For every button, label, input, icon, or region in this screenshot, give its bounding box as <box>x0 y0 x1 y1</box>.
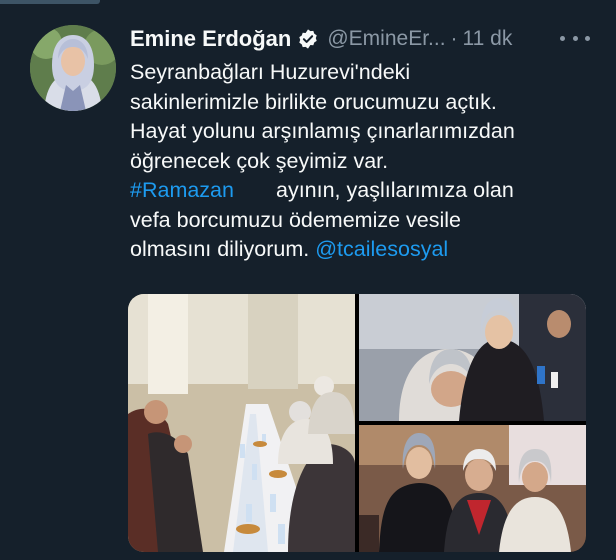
photo-iftar-hall[interactable] <box>128 294 355 552</box>
tweet-text-line: Seyranbağları Huzurevi'ndeki <box>130 60 411 84</box>
timestamp[interactable]: 11 dk <box>463 27 513 51</box>
tweet-text-line: vefa borcumuzu ödememize vesile <box>130 207 462 232</box>
tweet-text: Seyranbağları Huzurevi'ndeki sakinlerimi… <box>130 58 580 265</box>
media-grid <box>128 294 586 552</box>
top-divider <box>0 0 100 4</box>
tweet-text-line: öğrenecek çok şeyimiz var. <box>130 148 389 173</box>
avatar[interactable] <box>30 25 116 111</box>
tweet-text-segment: ayının, yaşlılarımıza olan <box>275 178 514 202</box>
mention-link[interactable]: @tcailesosyal <box>315 237 448 261</box>
tweet-text-line: #Ramazan ayının, yaşlılarımıza olan <box>130 176 580 206</box>
tweet-text-line: Hayat yolunu arşınlamış çınarlarımızdan <box>130 119 515 143</box>
display-name[interactable]: Emine Erdoğan <box>130 26 291 52</box>
tweet-header: Emine Erdoğan @EmineEr... · 11 dk <box>130 24 600 54</box>
tweet-text-segment: olmasını diliyorum. <box>130 237 310 261</box>
photo-table-conversation[interactable] <box>359 294 586 421</box>
user-handle[interactable]: @EmineEr... <box>327 27 445 51</box>
more-horizontal-icon[interactable] <box>560 26 590 50</box>
hashtag-link[interactable]: #Ramazan <box>130 178 234 202</box>
photo-group-portrait[interactable] <box>359 425 586 552</box>
verified-badge-icon <box>299 29 318 49</box>
tweet-text-line: olmasını diliyorum. @tcailesosyal <box>130 235 580 265</box>
separator-dot: · <box>450 27 458 50</box>
tweet-text-line: sakinlerimizle birlikte orucumuzu açtık. <box>130 89 497 114</box>
